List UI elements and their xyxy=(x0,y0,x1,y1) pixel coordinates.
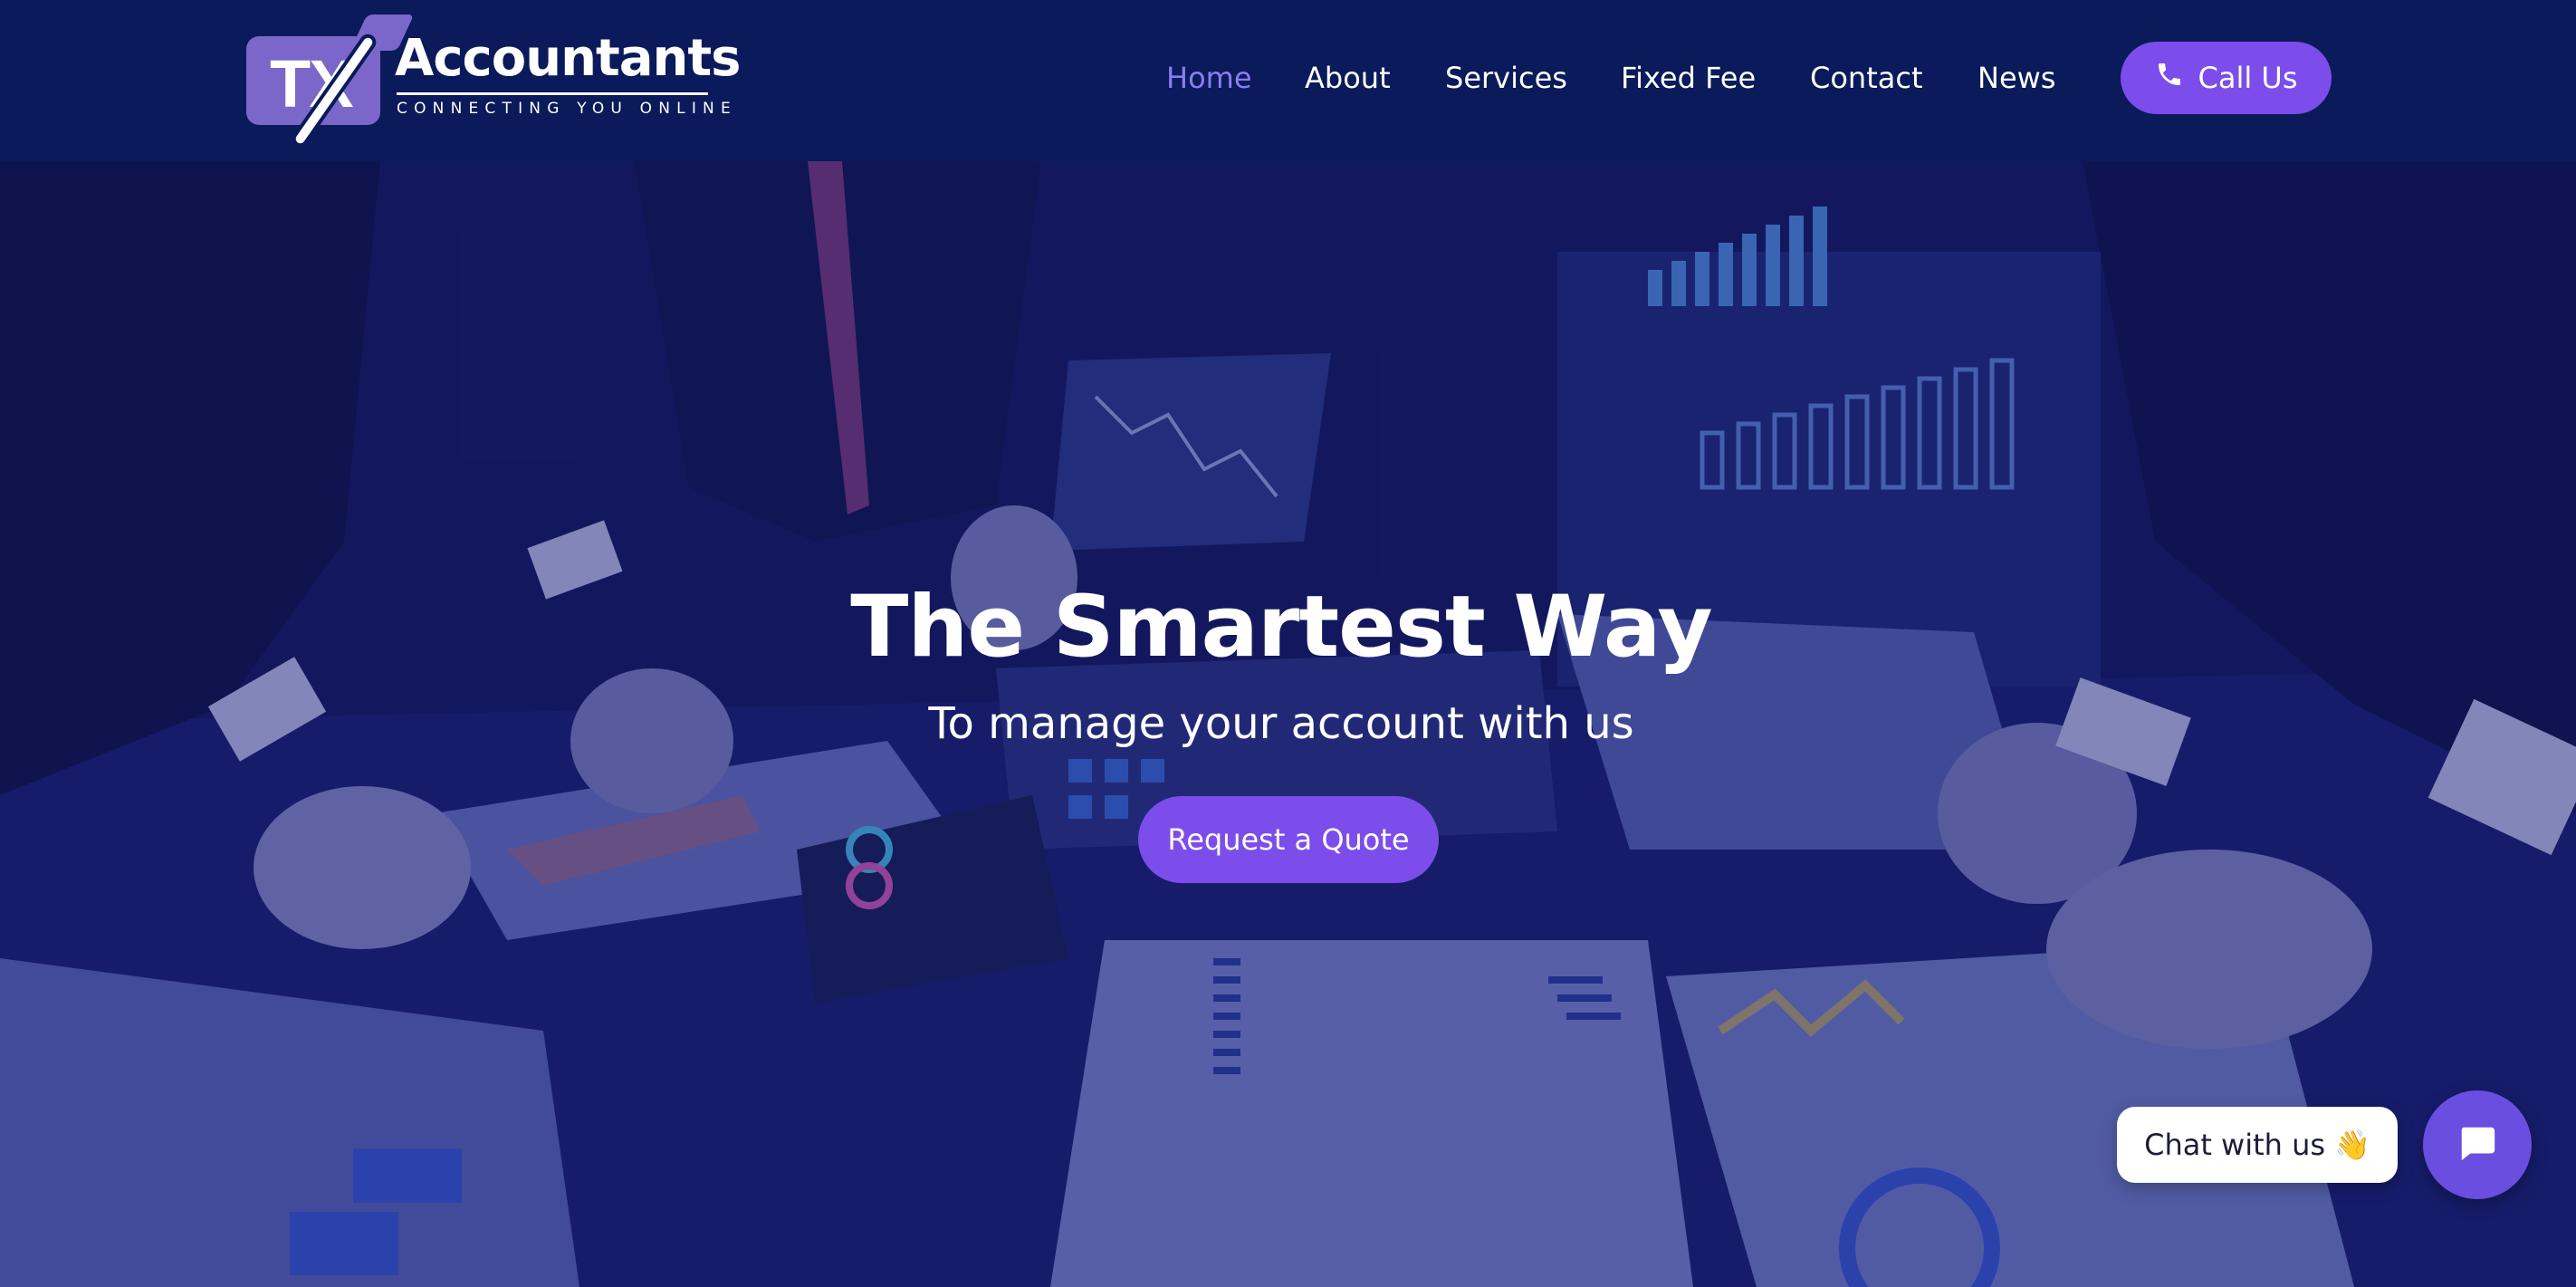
chat-prompt-label: Chat with us xyxy=(2144,1128,2326,1162)
nav-news[interactable]: News xyxy=(1977,56,2055,100)
nav-services[interactable]: Services xyxy=(1445,56,1567,100)
chat-icon xyxy=(2456,1122,2498,1168)
nav-about[interactable]: About xyxy=(1305,56,1391,100)
logo-name: Accountants xyxy=(395,29,741,88)
waving-hand-icon: 👋 xyxy=(2334,1128,2370,1162)
nav-home[interactable]: Home xyxy=(1166,56,1252,100)
phone-icon xyxy=(2155,60,2184,96)
open-chat-button[interactable] xyxy=(2423,1090,2532,1199)
logo-divider xyxy=(397,92,708,95)
call-us-button[interactable]: Call Us xyxy=(2121,42,2332,114)
hero-subtitle: To manage your account with us xyxy=(928,698,1634,749)
page: TX Accountants CONNECTING YOU ONLINE Hom… xyxy=(0,0,2576,1287)
nav-contact[interactable]: Contact xyxy=(1810,56,1923,100)
site-header: TX Accountants CONNECTING YOU ONLINE Hom… xyxy=(0,0,2576,161)
request-quote-button[interactable]: Request a Quote xyxy=(1138,796,1439,883)
nav-fixed-fee[interactable]: Fixed Fee xyxy=(1621,56,1756,100)
site-logo[interactable]: TX Accountants CONNECTING YOU ONLINE xyxy=(244,14,741,146)
hero-title: The Smartest Way xyxy=(850,578,1712,677)
logo-mark: TX xyxy=(246,14,415,146)
chat-prompt-bubble[interactable]: Chat with us 👋 xyxy=(2117,1107,2398,1183)
logo-tagline: CONNECTING YOU ONLINE xyxy=(397,100,737,118)
call-us-label: Call Us xyxy=(2198,61,2298,95)
